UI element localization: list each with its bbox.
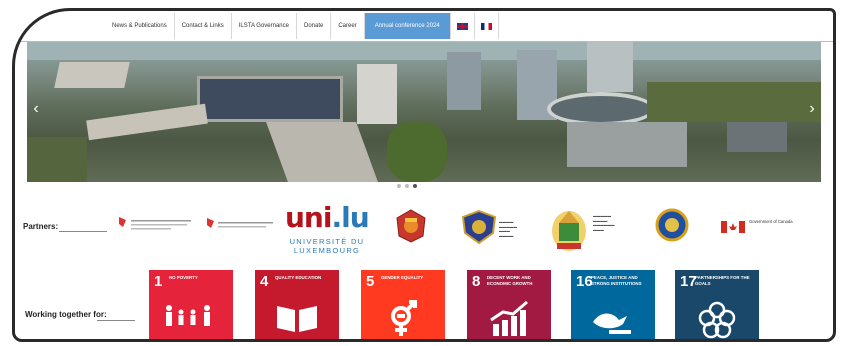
sdg-title: No poverty xyxy=(169,275,198,280)
sdg-underline xyxy=(97,320,135,321)
partners-label: Partners: xyxy=(23,222,59,231)
sdg-tile-8[interactable]: 8 Decent work and economic growth xyxy=(467,270,551,339)
nav-item-donate[interactable]: Donate xyxy=(297,13,332,39)
uk-flag-icon xyxy=(456,22,468,30)
browser-frame: News & Publications Contact & Links ILST… xyxy=(12,8,836,342)
sdg-tile-16[interactable]: 16 Peace, justice and strong institution… xyxy=(571,270,655,339)
sdg-title: Gender equality xyxy=(381,275,424,280)
sdg-title: Quality education xyxy=(275,275,322,280)
growth-chart-icon xyxy=(467,300,551,339)
sdg-title: Peace, justice and strong institutions xyxy=(591,275,642,286)
dove-gavel-icon xyxy=(571,300,655,339)
sdg-tile-1[interactable]: 1 No poverty xyxy=(149,270,233,339)
carousel-prev-arrow[interactable]: ‹ xyxy=(29,100,43,118)
sdg-number: 8 xyxy=(472,273,481,290)
family-icon xyxy=(149,300,233,339)
carousel-dot-active[interactable] xyxy=(413,184,417,188)
language-english[interactable] xyxy=(451,13,475,39)
nav-item-career[interactable]: Career xyxy=(331,13,365,39)
luxembourg-ministry-logo[interactable] xyxy=(115,214,205,234)
hero-carousel-image: ‹ › xyxy=(27,42,821,182)
nav-item-news[interactable]: News & Publications xyxy=(105,13,175,39)
national-emblem-icon[interactable] xyxy=(655,208,689,247)
nav-item-annual-conference[interactable]: Annual conference 2024 xyxy=(364,13,451,39)
nav-item-contact[interactable]: Contact & Links xyxy=(175,13,232,39)
unilu-subtitle: UNIVERSITÉ DU LUXEMBOURG xyxy=(289,237,365,255)
canada-caption: Government of Canada xyxy=(749,219,793,224)
police-emblem-icon[interactable] xyxy=(395,208,427,249)
gender-icon xyxy=(361,300,445,339)
fr-flag-icon xyxy=(480,22,492,30)
unilu-logo[interactable]: uni.lu xyxy=(285,201,370,234)
sdg-tile-5[interactable]: 5 Gender equality xyxy=(361,270,445,339)
carousel-dot[interactable] xyxy=(397,184,401,188)
sdg-number: 1 xyxy=(154,273,163,290)
sdg-tile-4[interactable]: 4 Quality education xyxy=(255,270,339,339)
sdg-number: 5 xyxy=(366,273,375,290)
top-navigation: News & Publications Contact & Links ILST… xyxy=(105,13,499,39)
carousel-next-arrow[interactable]: › xyxy=(805,100,819,118)
rings-icon xyxy=(675,300,759,339)
carousel-dot[interactable] xyxy=(405,184,409,188)
carousel-indicators xyxy=(397,184,417,188)
ministry-caption: ▬▬▬▬ ▬▬▬▬▬ ▬▬▬ ▬▬▬▬ xyxy=(499,220,517,238)
partners-underline xyxy=(59,231,107,232)
nav-item-governance[interactable]: ILSTA Governance xyxy=(232,13,297,39)
sdg-tile-17[interactable]: 17 Partnerships for the goals xyxy=(675,270,759,339)
sdg-label: Working together for: xyxy=(25,310,107,319)
ministry-shield-icon[interactable] xyxy=(461,209,497,250)
sdg-title: Partnerships for the goals xyxy=(695,275,750,286)
coat-of-arms-icon[interactable] xyxy=(549,203,589,258)
sdg-title: Decent work and economic growth xyxy=(487,275,533,286)
canada-flag-icon[interactable] xyxy=(721,220,745,238)
luxembourg-government-logo[interactable] xyxy=(203,215,283,235)
sdg-number: 4 xyxy=(260,273,269,290)
coat-of-arms-caption: ▬▬▬▬▬ ▬▬▬▬ ▬▬▬▬▬▬ ▬▬▬ xyxy=(593,214,615,232)
book-icon xyxy=(255,300,339,339)
language-french[interactable] xyxy=(475,13,499,39)
